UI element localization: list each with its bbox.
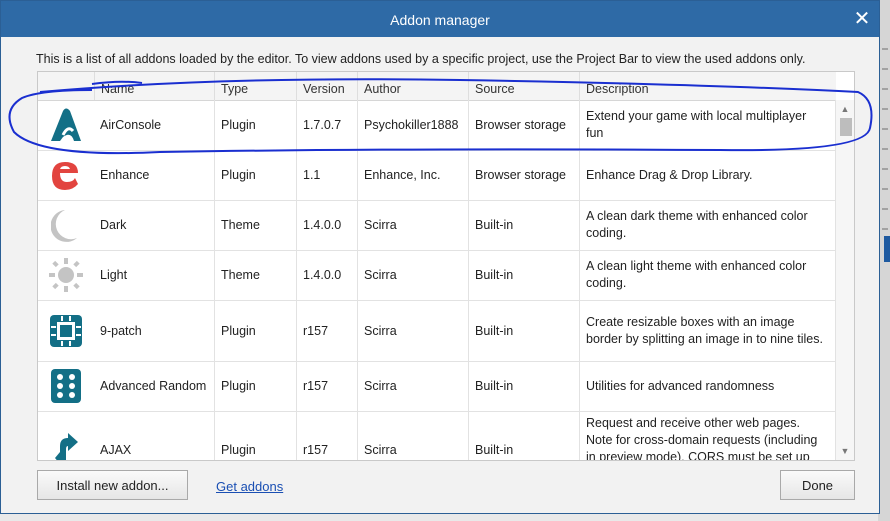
addon-table: Name Type Version Author Source Descript… (37, 71, 855, 461)
table-scrollbar[interactable]: ▲ ▼ (835, 100, 854, 460)
cell-type: Plugin (214, 150, 296, 200)
cell-author: Scirra (357, 411, 468, 460)
column-header-source[interactable]: Source (468, 72, 579, 100)
sun-icon (38, 250, 94, 300)
cell-description: Enhance Drag & Drop Library. (579, 150, 836, 200)
cell-version: r157 (296, 300, 357, 361)
table-row[interactable]: Dark Theme 1.4.0.0 Scirra Built-in A cle… (38, 200, 836, 251)
cell-name: 9-patch (100, 323, 142, 338)
table-row[interactable]: AJAX Plugin r157 Scirra Built-in Request… (38, 411, 836, 460)
cell-source: Built-in (468, 300, 579, 361)
background-editor-marker (884, 236, 890, 262)
table-row[interactable]: 9-patch Plugin r157 Scirra Built-in Crea… (38, 300, 836, 362)
airconsole-icon (38, 100, 94, 150)
cell-name: Advanced Random (100, 379, 207, 393)
cell-source: Built-in (468, 361, 579, 411)
scroll-down-icon[interactable]: ▼ (840, 446, 850, 456)
cell-author: Psychokiller1888 (357, 100, 468, 150)
cell-description: A clean light theme with enhanced color … (579, 250, 836, 300)
cell-type: Plugin (214, 411, 296, 460)
cell-author: Scirra (357, 250, 468, 300)
dice-icon (38, 361, 94, 411)
enhance-icon (38, 150, 94, 200)
table-row[interactable]: AirConsole Plugin 1.7.0.7 Psychokiller18… (38, 100, 836, 151)
cell-name: Dark (100, 218, 127, 232)
close-icon[interactable]: ✕ (851, 9, 873, 31)
cell-type: Plugin (214, 300, 296, 361)
cell-version: 1.4.0.0 (296, 200, 357, 250)
cell-version: 1.1 (296, 150, 357, 200)
table-row[interactable]: Advanced Random Plugin r157 Scirra Built… (38, 361, 836, 412)
table-row[interactable]: Enhance Plugin 1.1 Enhance, Inc. Browser… (38, 150, 836, 201)
scrollbar-thumb[interactable] (840, 118, 852, 136)
table-row[interactable]: Light Theme 1.4.0.0 Scirra Built-in A cl… (38, 250, 836, 301)
cell-name: Light (100, 268, 128, 282)
table-header: Name Type Version Author Source Descript… (38, 72, 836, 101)
intro-text: This is a list of all addons loaded by t… (36, 52, 806, 66)
cell-type: Theme (214, 250, 296, 300)
install-new-addon-button[interactable]: Install new addon... (37, 470, 188, 500)
cell-author: Enhance, Inc. (357, 150, 468, 200)
cell-version: 1.4.0.0 (296, 250, 357, 300)
cell-source: Browser storage (468, 150, 579, 200)
cell-author: Scirra (357, 300, 468, 361)
column-header-author[interactable]: Author (357, 72, 468, 100)
dialog-title: Addon manager (390, 12, 490, 28)
cell-description: Request and receive other web pages. Not… (579, 411, 836, 460)
cell-description: Extend your game with local multiplayer … (579, 100, 836, 150)
get-addons-link[interactable]: Get addons (216, 479, 283, 494)
cell-source: Browser storage (468, 100, 579, 150)
cell-type: Plugin (214, 361, 296, 411)
cell-description: Utilities for advanced randomness (579, 361, 836, 411)
cell-name: Enhance (100, 168, 150, 182)
cell-source: Built-in (468, 200, 579, 250)
cell-name: AJAX (100, 443, 132, 457)
background-editor-lines (882, 30, 888, 230)
ajax-icon (38, 411, 94, 460)
cell-name: AirConsole (100, 118, 162, 132)
addon-manager-dialog: Addon manager ✕ This is a list of all ad… (0, 0, 880, 514)
column-header-type[interactable]: Type (214, 72, 296, 100)
cell-author: Scirra (357, 361, 468, 411)
cell-version: 1.7.0.7 (296, 100, 357, 150)
cell-description: A clean dark theme with enhanced color c… (579, 200, 836, 250)
done-button[interactable]: Done (780, 470, 855, 500)
cell-version: r157 (296, 411, 357, 460)
nine-patch-icon (38, 300, 94, 361)
column-header-version[interactable]: Version (296, 72, 357, 100)
cell-description: Create resizable boxes with an image bor… (579, 300, 836, 361)
dialog-titlebar: Addon manager ✕ (1, 1, 879, 37)
column-header-name[interactable]: Name (94, 72, 214, 100)
cell-type: Plugin (214, 100, 296, 150)
cell-author: Scirra (357, 200, 468, 250)
cell-type: Theme (214, 200, 296, 250)
moon-icon (38, 200, 94, 250)
cell-version: r157 (296, 361, 357, 411)
cell-source: Built-in (468, 250, 579, 300)
scroll-up-icon[interactable]: ▲ (840, 104, 850, 114)
column-header-description[interactable]: Description (579, 72, 836, 100)
column-header-icon[interactable] (38, 72, 94, 100)
cell-source: Built-in (468, 411, 579, 460)
